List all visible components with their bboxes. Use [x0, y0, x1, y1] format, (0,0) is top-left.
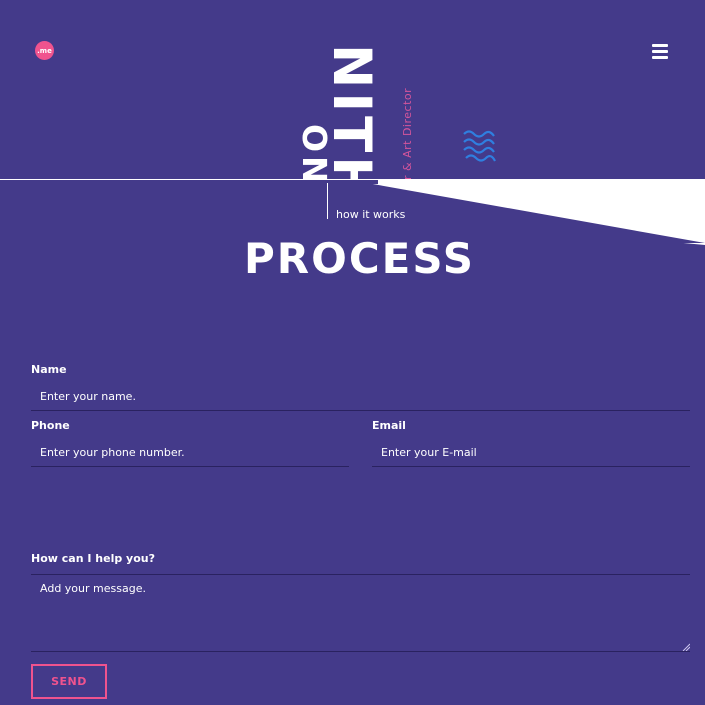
send-button[interactable]: SEND	[31, 664, 107, 699]
email-label: Email	[372, 419, 406, 432]
section-label: how it works	[336, 208, 406, 221]
section-tick	[327, 183, 328, 219]
email-input[interactable]	[372, 439, 690, 467]
message-textarea[interactable]	[31, 574, 690, 652]
divider-line	[0, 179, 705, 180]
name-input[interactable]	[31, 383, 690, 411]
section-title: PROCESS	[244, 234, 475, 283]
phone-label: Phone	[31, 419, 70, 432]
name-label: Name	[31, 363, 67, 376]
resize-grip-icon[interactable]	[682, 643, 690, 651]
phone-input[interactable]	[31, 439, 349, 467]
message-label: How can I help you?	[31, 552, 155, 565]
